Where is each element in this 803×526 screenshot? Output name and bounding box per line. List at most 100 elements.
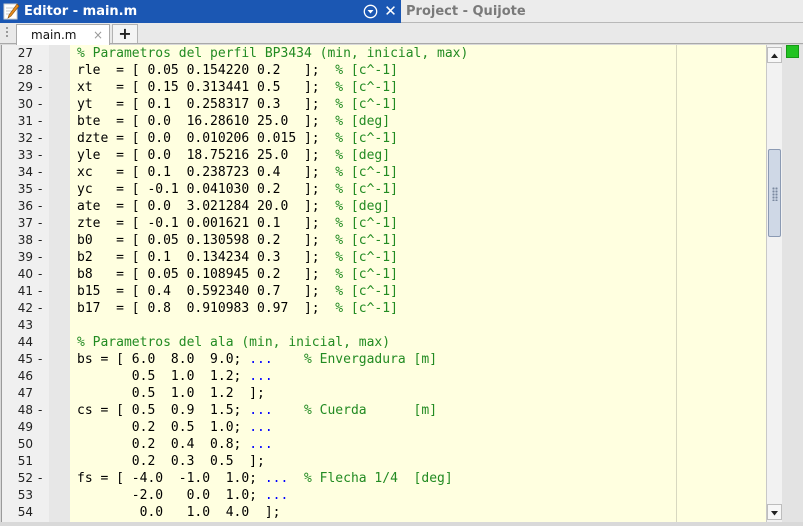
line-number: 40: [17, 267, 33, 281]
code-text: ate = [ 0.0 3.021284 20.0 ]; % [deg]: [77, 198, 390, 215]
code-comment: % Envergadura [m]: [272, 352, 438, 367]
code-statement: ate = [ 0.0 3.021284 20.0 ];: [77, 199, 336, 214]
code-statement: dzte = [ 0.0 0.010206 0.015 ];: [77, 131, 336, 146]
code-statement: yc = [ -0.1 0.041030 0.2 ];: [77, 182, 336, 197]
line-number: 51: [17, 454, 33, 468]
line-number: 50: [17, 437, 33, 451]
line-number: 41: [17, 284, 33, 298]
breakpoint-marker[interactable]: -: [38, 181, 48, 198]
code-line[interactable]: 41- b15 = [ 0.4 0.592340 0.7 ]; % [c^-1]: [2, 283, 766, 300]
code-line[interactable]: 34- xc = [ 0.1 0.238723 0.4 ]; % [c^-1]: [2, 164, 766, 181]
breakpoint-marker[interactable]: -: [38, 198, 48, 215]
code-line[interactable]: 43: [2, 317, 766, 334]
code-line[interactable]: 35- yc = [ -0.1 0.041030 0.2 ]; % [c^-1]: [2, 181, 766, 198]
arrow-down-icon: [771, 511, 778, 516]
breakpoint-marker[interactable]: -: [38, 470, 48, 487]
project-title-tab[interactable]: Project - Quijote: [406, 3, 526, 20]
code-line[interactable]: 40- b8 = [ 0.05 0.108945 0.2 ]; % [c^-1]: [2, 266, 766, 283]
arrow-up-icon: [771, 53, 778, 58]
code-line[interactable]: 50 0.2 0.4 0.8; ...: [2, 436, 766, 453]
breakpoint-marker[interactable]: -: [38, 402, 48, 419]
code-statement: cs = [ 0.5 0.9 1.5;: [77, 403, 250, 418]
continuation-marker: ...: [249, 403, 273, 418]
new-tab-button[interactable]: +: [112, 24, 138, 43]
tab-main-m[interactable]: main.m ×: [16, 24, 110, 45]
scroll-down-button[interactable]: [767, 504, 782, 520]
code-line[interactable]: 47 0.5 1.0 1.2 ];: [2, 385, 766, 402]
code-line[interactable]: 32- dzte = [ 0.0 0.010206 0.015 ]; % [c^-…: [2, 130, 766, 147]
code-comment: % [c^-1]: [335, 165, 398, 180]
line-number: 32: [17, 131, 33, 145]
code-line[interactable]: 38- b0 = [ 0.05 0.130598 0.2 ]; % [c^-1]: [2, 232, 766, 249]
code-statement: fs = [ -4.0 -1.0 1.0;: [77, 471, 265, 486]
code-statement: b0 = [ 0.05 0.130598 0.2 ];: [77, 233, 336, 248]
code-comment: % [c^-1]: [335, 216, 398, 231]
code-line[interactable]: 27 % Parametros del perfil BP3434 (min, i…: [2, 45, 766, 62]
breakpoint-marker[interactable]: -: [38, 62, 48, 79]
code-line[interactable]: 54 0.0 1.0 4.0 ];: [2, 504, 766, 521]
code-text: 0.0 1.0 4.0 ];: [77, 504, 281, 521]
code-line[interactable]: 37- zte = [ -0.1 0.001621 0.1 ]; % [c^-1]: [2, 215, 766, 232]
code-line[interactable]: 44 % Parametros del ala (min, inicial, ma…: [2, 334, 766, 351]
panel-menu-icon[interactable]: [363, 4, 378, 19]
code-statement: bte = [ 0.0 16.28610 25.0 ];: [77, 114, 336, 129]
vertical-scrollbar[interactable]: [766, 45, 782, 522]
code-comment: % Parametros del ala (min, inicial, max): [77, 335, 391, 350]
editor-title-tab[interactable]: Editor - main.m ✕: [0, 0, 401, 23]
tab-close-icon[interactable]: ×: [93, 27, 103, 43]
breakpoint-marker[interactable]: -: [38, 147, 48, 164]
line-number: 45: [17, 352, 33, 366]
code-line[interactable]: 31- bte = [ 0.0 16.28610 25.0 ]; % [deg]: [2, 113, 766, 130]
tab-label: main.m: [31, 28, 77, 42]
close-icon[interactable]: ✕: [383, 3, 398, 19]
code-line[interactable]: 52- fs = [ -4.0 -1.0 1.0; ... % Flecha 1/…: [2, 470, 766, 487]
code-comment: % [c^-1]: [335, 97, 398, 112]
code-comment: % [deg]: [335, 148, 391, 163]
code-line[interactable]: 39- b2 = [ 0.1 0.134234 0.3 ]; % [c^-1]: [2, 249, 766, 266]
breakpoint-marker[interactable]: -: [38, 96, 48, 113]
breakpoint-marker[interactable]: -: [38, 215, 48, 232]
breakpoint-marker[interactable]: -: [38, 351, 48, 368]
code-line[interactable]: 30- yt = [ 0.1 0.258317 0.3 ]; % [c^-1]: [2, 96, 766, 113]
line-number: 43: [17, 318, 33, 332]
code-line[interactable]: 33- yle = [ 0.0 18.75216 25.0 ]; % [deg]: [2, 147, 766, 164]
code-statement: 0.0 1.0 4.0 ];: [77, 505, 281, 520]
line-number: 37: [17, 216, 33, 230]
code-statement: zte = [ -0.1 0.001621 0.1 ];: [77, 216, 336, 231]
code-analyzer-status-icon[interactable]: [786, 45, 799, 58]
breakpoint-marker[interactable]: -: [38, 164, 48, 181]
scroll-thumb[interactable]: [768, 149, 781, 237]
continuation-marker: ...: [264, 488, 289, 503]
code-line[interactable]: 48- cs = [ 0.5 0.9 1.5; ... % Cuerda [m]: [2, 402, 766, 419]
breakpoint-marker[interactable]: -: [38, 249, 48, 266]
code-comment: % [c^-1]: [335, 301, 398, 316]
breakpoint-marker[interactable]: -: [38, 300, 48, 317]
breakpoint-marker[interactable]: -: [38, 130, 48, 147]
line-number: 47: [17, 386, 33, 400]
code-line[interactable]: 51 0.2 0.3 0.5 ];: [2, 453, 766, 470]
breakpoint-marker[interactable]: -: [38, 232, 48, 249]
code-line[interactable]: 53 -2.0 0.0 1.0; ...: [2, 487, 766, 504]
code-line[interactable]: 28- rle = [ 0.05 0.154220 0.2 ]; % [c^-1]: [2, 62, 766, 79]
code-lines: 27 % Parametros del perfil BP3434 (min, i…: [2, 45, 766, 521]
breakpoint-marker[interactable]: -: [38, 79, 48, 96]
code-line[interactable]: 46 0.5 1.0 1.2; ...: [2, 368, 766, 385]
scroll-up-button[interactable]: [767, 47, 782, 63]
line-number: 53: [17, 488, 33, 502]
code-line[interactable]: 45- bs = [ 6.0 8.0 9.0; ... % Envergadura…: [2, 351, 766, 368]
line-number: 38: [17, 233, 33, 247]
code-line[interactable]: 42- b17 = [ 0.8 0.910983 0.97 ]; % [c^-1]: [2, 300, 766, 317]
code-line[interactable]: 29- xt = [ 0.15 0.313441 0.5 ]; % [c^-1]: [2, 79, 766, 96]
code-text: b2 = [ 0.1 0.134234 0.3 ]; % [c^-1]: [77, 249, 398, 266]
code-text: bs = [ 6.0 8.0 9.0; ... % Envergadura [m…: [77, 351, 437, 368]
breakpoint-marker[interactable]: -: [38, 113, 48, 130]
code-text: dzte = [ 0.0 0.010206 0.015 ]; % [c^-1]: [77, 130, 398, 147]
breakpoint-marker[interactable]: -: [38, 266, 48, 283]
code-line[interactable]: 49 0.2 0.5 1.0; ...: [2, 419, 766, 436]
code-line[interactable]: 36- ate = [ 0.0 3.021284 20.0 ]; % [deg]: [2, 198, 766, 215]
message-bar: [782, 45, 803, 522]
code-text: b0 = [ 0.05 0.130598 0.2 ]; % [c^-1]: [77, 232, 398, 249]
breakpoint-marker[interactable]: -: [38, 283, 48, 300]
code-text: 0.5 1.0 1.2; ...: [77, 368, 273, 385]
code-editor[interactable]: 27 % Parametros del perfil BP3434 (min, i…: [1, 45, 766, 522]
